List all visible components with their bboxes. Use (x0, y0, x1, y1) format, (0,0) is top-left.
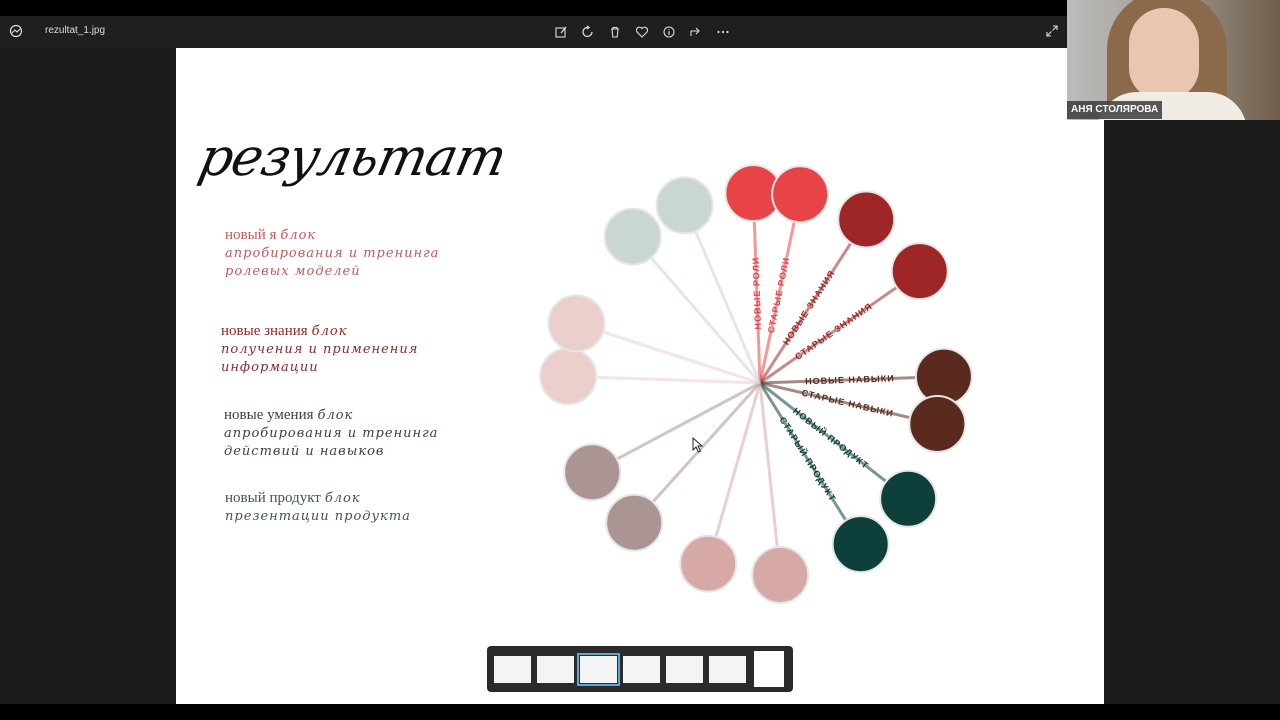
block-script-line3: ролевых моделей (225, 264, 361, 279)
block-script-line2: получения и применения (221, 342, 419, 357)
wheel-circle (603, 207, 662, 266)
participant-video: АНЯ СТОЛЯРОВА (1067, 0, 1280, 120)
wheel-circle (908, 394, 967, 453)
block-label: новый я (225, 227, 277, 243)
block-script-line3: действий и навыков (224, 444, 385, 459)
wheel-spoke-label: СТАРЫЕ РОЛИ (766, 256, 792, 334)
block-label: новые знания (221, 323, 308, 339)
block-script-line3: информации (221, 360, 319, 375)
block-label: новые умения (224, 407, 314, 423)
participant-face (1129, 8, 1199, 100)
filmstrip-thumbnail[interactable] (754, 651, 784, 687)
wheel-spoke-label: НОВЫЕ РОЛИ (751, 257, 764, 330)
file-name: rezultat_1.jpg (45, 25, 106, 36)
filmstrip-thumbnail-active[interactable] (577, 653, 620, 686)
wheel-circle (751, 545, 810, 604)
wheel-spoke-label: НОВЫЕ НАВЫКИ (805, 373, 895, 386)
wheel-circle (890, 242, 949, 301)
wheel-circle (879, 469, 938, 528)
mouse-cursor-icon (692, 437, 704, 453)
block-script-line2: апробирования и тренинга (225, 246, 440, 261)
expand-icon[interactable] (1045, 24, 1061, 40)
image-toolbar (552, 24, 732, 40)
result-block-new-self: новый я блок апробирования и тренинга ро… (225, 226, 439, 280)
block-label: новый продукт (225, 490, 321, 506)
wheel-spoke-label: СТАРЫЕ НАВЫКИ (801, 388, 895, 419)
wheel-spoke-label: СТАРЫЙ ПРОДУКТ (777, 415, 838, 504)
filmstrip-thumbnail[interactable] (709, 656, 746, 683)
filmstrip-thumbnail[interactable] (666, 656, 703, 683)
edit-image-icon[interactable] (552, 24, 570, 40)
wheel-circle (771, 165, 830, 224)
block-script-line2: апробирования и тренинга (224, 426, 439, 441)
block-script-line2: презентации продукта (225, 509, 411, 524)
block-script: блок (311, 324, 348, 339)
wheel-circle (547, 294, 606, 353)
wheel-circle (605, 493, 664, 552)
share-icon[interactable] (687, 24, 705, 40)
delete-icon[interactable] (606, 24, 624, 40)
wheel-circle (837, 190, 896, 249)
filmstrip-thumbnail[interactable] (537, 656, 574, 683)
wheel-circle (563, 443, 622, 502)
wheel-circle (831, 515, 890, 574)
color-wheel-diagram: НОВЫЕ РОЛИ СТАРЫЕ РОЛИНОВЫЕ ЗНАНИЯСТАРЫЕ … (539, 164, 973, 604)
filmstrip-thumbnail[interactable] (623, 656, 660, 683)
block-script: блок (324, 491, 361, 506)
result-block-new-skills: новые умения блок апробирования и тренин… (224, 406, 438, 460)
filmstrip-thumbnail[interactable] (494, 656, 531, 683)
favorite-icon[interactable] (633, 24, 651, 40)
more-icon[interactable] (714, 24, 732, 40)
slide-title: результат (193, 128, 512, 188)
result-block-new-knowledge: новые знания блок получения и применения… (221, 322, 418, 376)
result-block-new-product: новый продукт блок презентации продукта (225, 489, 411, 525)
wheel-circle (539, 347, 598, 406)
block-script: блок (280, 228, 317, 243)
block-script: блок (317, 408, 354, 423)
photos-app-icon (9, 24, 23, 38)
rotate-icon[interactable] (579, 24, 597, 40)
participant-name: АНЯ СТОЛЯРОВА (1067, 101, 1163, 119)
wheel-circle (679, 534, 738, 593)
info-icon[interactable] (660, 24, 678, 40)
wheel-circle (655, 176, 714, 235)
filmstrip (487, 646, 793, 692)
